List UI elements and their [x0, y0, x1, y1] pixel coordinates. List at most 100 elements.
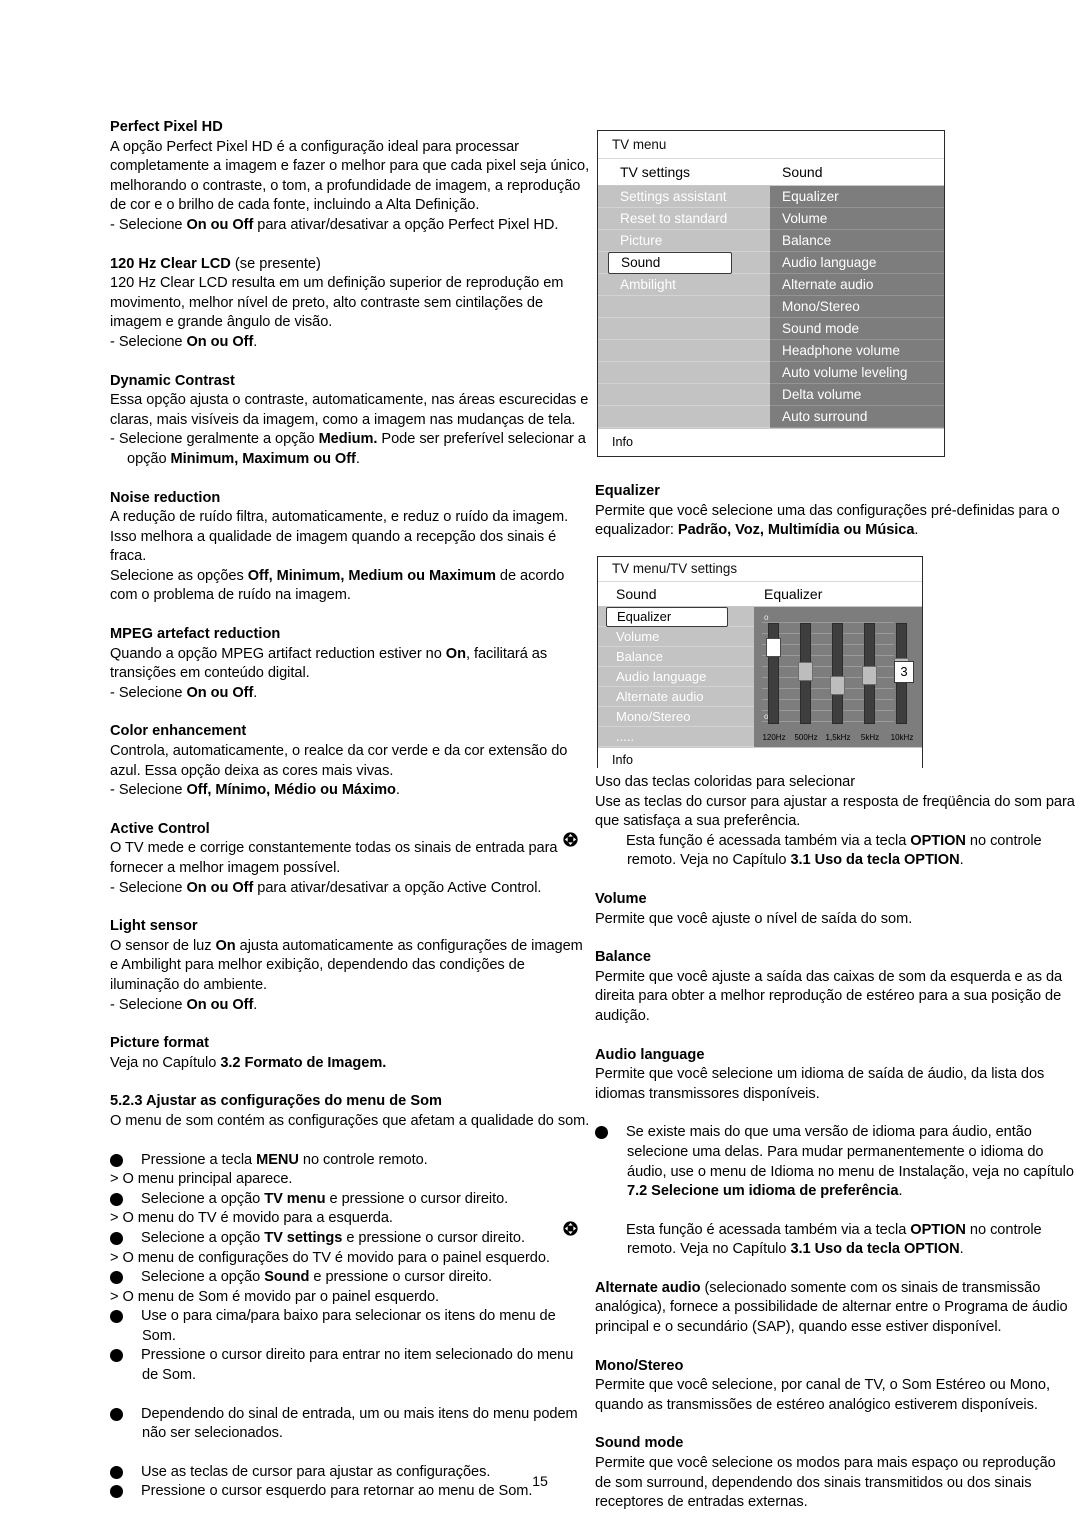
sound-menu-item-alternate-audio[interactable]: Alternate audio [770, 274, 944, 296]
step-result-text: O menu de configurações do TV é movido p… [122, 1249, 550, 1266]
sound-menu-item-headphone-volume[interactable]: Headphone volume [770, 340, 944, 362]
step-3: ❸ Selecione a opção TV settings e pressio… [96, 1229, 590, 1249]
step-text-post: e pressione o cursor direito. [309, 1269, 493, 1286]
equalizer-slider-1-5khz[interactable] [830, 623, 845, 724]
equalizer-knob-120hz[interactable] [766, 638, 781, 657]
bullet-post: . [395, 782, 400, 799]
equalizer-slider-500hz[interactable] [798, 623, 813, 724]
paragraph-mpeg-artefact-reduction: Quando a opção MPEG artifact reduction e… [110, 645, 590, 684]
arrow-marker: > [110, 1210, 123, 1227]
tv-menu-item-ambilight[interactable]: Ambilight [598, 274, 770, 296]
equalizer-knob-1-5khz[interactable] [830, 676, 845, 695]
sound-menu-item-balance[interactable]: Balance [770, 230, 944, 252]
sound-menu-item-delta-volume[interactable]: Delta volume [770, 384, 944, 406]
sound-menu-item-equalizer[interactable]: Equalizer [770, 186, 944, 208]
equalizer-knob-5khz[interactable] [862, 666, 877, 685]
bullet-pre: - Selecione [110, 996, 187, 1013]
arrow-marker: > [110, 1288, 123, 1305]
bullet-pre: - Selecione [110, 216, 187, 233]
tv-menu-item-blank [598, 340, 770, 362]
equalizer-slider-5khz[interactable] [862, 623, 877, 724]
tv-menu2-left-panel: Equalizer Volume Balance Audio language … [598, 607, 754, 747]
heading-light-sensor: Light sensor [110, 918, 198, 935]
heading-color-enhancement: Color enhancement [110, 723, 247, 740]
tv-menu-item-reset-to-standard[interactable]: Reset to standard [598, 208, 770, 230]
bullet-pre: - Selecione [110, 333, 187, 350]
paragraph-light-sensor: O sensor de luz On ajusta automaticament… [110, 937, 590, 996]
heading-sound-mode: Sound mode [595, 1435, 684, 1452]
sound-menu2-item-mono-stereo[interactable]: Mono/Stereo [598, 707, 754, 727]
step-number-icon: ❷ [96, 1192, 123, 1206]
step-result-3: > O menu de configurações do TV é movido… [110, 1249, 590, 1269]
paragraph-mono-stereo: Permite que você selecione, por canal de… [595, 1377, 1050, 1413]
bullet-light-sensor: - Selecione On ou Off. [110, 996, 590, 1016]
step-5: ❺ Use o para cima/para baixo para selecio… [96, 1307, 590, 1346]
paragraph-noise-reduction-1: A redução de ruído filtra, automaticamen… [110, 509, 569, 526]
tv-menu2-col1-header: Sound [616, 586, 657, 602]
heading-subsection-523: 5.2.3 Ajustar as configurações do menu d… [110, 1093, 442, 1110]
paragraph-colored-keys: Uso das teclas coloridas para selecionar [595, 774, 856, 790]
sound-menu-item-sound-mode[interactable]: Sound mode [770, 318, 944, 340]
text-bold: Padrão, Voz, Multimídia ou Música [677, 522, 915, 539]
sound-menu2-item-more[interactable]: ..... [598, 727, 754, 747]
sound-menu-item-volume[interactable]: Volume [770, 208, 944, 230]
equalizer-knob-500hz[interactable] [798, 662, 813, 681]
sound-menu-item-auto-volume-leveling[interactable]: Auto volume leveling [770, 362, 944, 384]
tv-menu-item-picture[interactable]: Picture [598, 230, 770, 252]
tv-menu-right-panel: Equalizer Volume Balance Audio language … [770, 186, 944, 428]
paragraph-noise-reduction-2: Isso melhora a qualidade de imagem quand… [110, 528, 557, 565]
bullet-pre: - Selecione geralmente a opção [110, 431, 319, 448]
equalizer-slider-120hz[interactable] [766, 623, 781, 724]
tv-menu2-body: Equalizer Volume Balance Audio language … [598, 607, 922, 747]
text-post: . [914, 522, 919, 539]
step-result-2: > O menu do TV é movido para a esquerda. [110, 1209, 590, 1229]
heading-volume: Volume [595, 890, 647, 907]
tv-menu-body: Settings assistant Reset to standard Pic… [598, 186, 944, 428]
bullet-post: . [253, 996, 258, 1013]
tv-menu-screenshot-equalizer: TV menu/TV settings Sound Equalizer Equa… [597, 556, 923, 772]
sound-menu-item-mono-stereo[interactable]: Mono/Stereo [770, 296, 944, 318]
tv-menu-item-blank [598, 406, 770, 428]
tv-menu-item-settings-assistant[interactable]: Settings assistant [598, 186, 770, 208]
bullet-bold: On ou Off [186, 879, 254, 896]
step-text-post: e pressione o cursor direito. [342, 1229, 525, 1246]
equalizer-freq-label-500hz: 500Hz [794, 733, 818, 742]
text-bold: Alternate audio [595, 1279, 701, 1296]
option-cursor-icon [563, 832, 610, 847]
paragraph-audio-language: Permite que você selecione um idioma de … [595, 1066, 1045, 1102]
sound-menu-item-audio-language[interactable]: Audio language [770, 252, 944, 274]
tv-menu-col2-header: Sound [782, 164, 823, 180]
right-column-bottom: Uso das teclas coloridas para selecionar… [563, 773, 1075, 1513]
step-number-icon: ❸ [96, 1231, 123, 1245]
step-text-post: no controle remoto. [298, 1151, 428, 1168]
sound-menu2-item-audio-language[interactable]: Audio language [598, 667, 754, 687]
sound-menu2-item-alternate-audio[interactable]: Alternate audio [598, 687, 754, 707]
step-text-pre: Use o para cima/para baixo para selecion… [141, 1308, 556, 1344]
heading-active-control: Active Control [110, 820, 210, 837]
sound-menu-item-auto-surround[interactable]: Auto surround [770, 406, 944, 428]
sound-menu2-item-balance[interactable]: Balance [598, 647, 754, 667]
note-input-signal: ! Dependendo do sinal de entrada, um ou m… [98, 1405, 590, 1444]
text-pre: O sensor de luz [110, 937, 216, 954]
equalizer-inner: o oe [762, 613, 916, 743]
text-post: . [959, 852, 964, 869]
arrow-marker: > [110, 1249, 123, 1266]
tv-menu-screenshot-sound: TV menu TV settings Sound Settings assis… [597, 130, 945, 457]
left-column: Perfect Pixel HD A opção Perfect Pixel H… [96, 118, 590, 1502]
sound-menu2-item-volume[interactable]: Volume [598, 627, 754, 647]
text-pre: Selecione as opções [110, 567, 248, 584]
paragraph-active-control: O TV mede e corrige constantemente todas… [110, 840, 558, 876]
step-text-bold: TV menu [264, 1190, 326, 1207]
bullet-bold: On ou Off [186, 216, 254, 233]
sound-menu2-item-equalizer-selected[interactable]: Equalizer [606, 607, 728, 627]
heading-120hz-clear-lcd: 120 Hz Clear LCD (se presente) [110, 255, 590, 275]
text-bold: 7.2 Selecione um idioma de preferência [627, 1183, 899, 1200]
step-result-1: > O menu principal aparece. [110, 1170, 590, 1190]
text-post: . [959, 1241, 964, 1258]
heading-text: 120 Hz Clear LCD [110, 255, 231, 272]
note-option-key-2: Esta função é acessada também via a tecl… [563, 1221, 1075, 1260]
step-text-pre: Selecione a opção [141, 1229, 265, 1246]
bullet-post: . [355, 450, 360, 467]
tv-menu-item-sound-selected[interactable]: Sound [608, 252, 732, 274]
bullet-bold: Off, Mínimo, Médio ou Máximo [186, 782, 396, 799]
